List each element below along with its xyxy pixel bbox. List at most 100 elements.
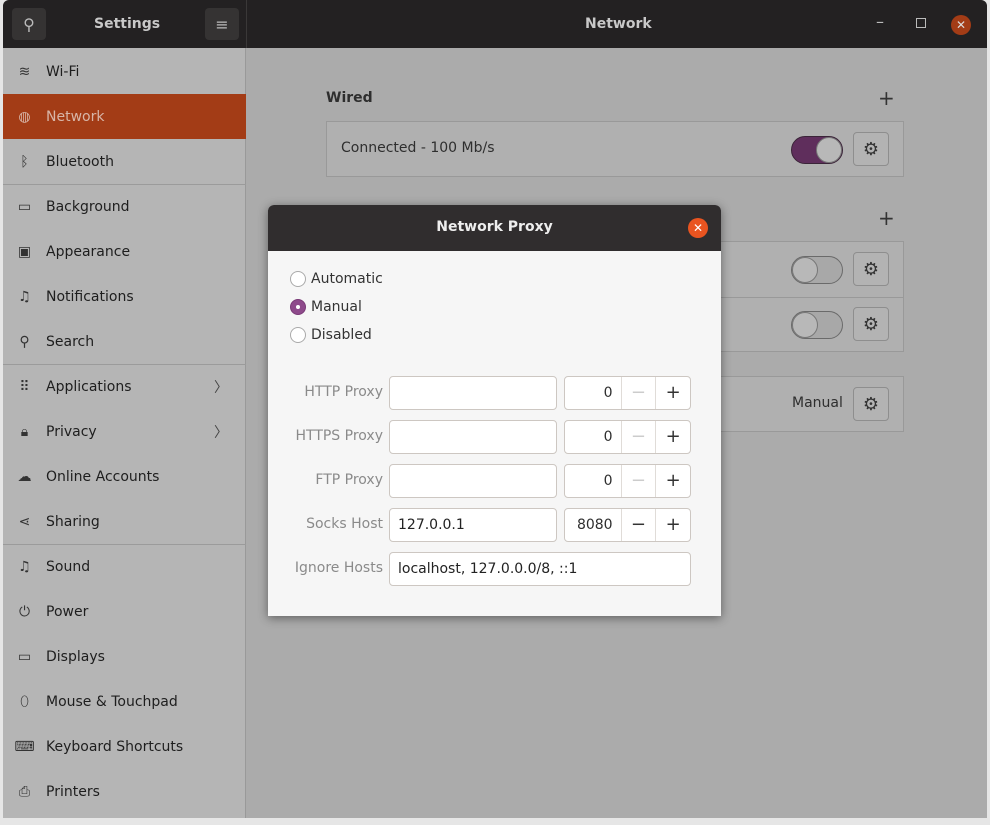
sidebar-item-applications[interactable]: ⠿ Applications 〉 xyxy=(3,364,246,409)
proxy-port-spinner: 8080 − + xyxy=(564,508,691,542)
radio-automatic[interactable]: Automatic xyxy=(290,271,383,287)
wired-connection-row: Connected - 100 Mb/s ⚙ xyxy=(326,121,904,177)
wired-toggle[interactable] xyxy=(791,136,843,164)
sidebar-item-search[interactable]: ⚲ Search xyxy=(3,319,246,364)
page-title: Network xyxy=(585,16,652,32)
sidebar-item-keyboard-shortcuts[interactable]: ⌨ Keyboard Shortcuts xyxy=(3,724,246,769)
sidebar-item-label: Sound xyxy=(46,558,91,575)
sidebar-item-label: Printers xyxy=(46,783,100,800)
close-icon: ✕ xyxy=(692,221,704,235)
settings-title: Settings xyxy=(94,16,161,32)
sidebar-item-displays[interactable]: ▭ Displays xyxy=(3,634,246,679)
decrement-button[interactable]: − xyxy=(620,509,656,541)
search-icon: ⚲ xyxy=(23,14,35,34)
power-icon: ⏻ xyxy=(18,603,31,620)
printer-icon: ⎙ xyxy=(18,783,31,800)
sidebar-item-sharing[interactable]: ⋖ Sharing xyxy=(3,499,246,544)
decrement-button[interactable]: − xyxy=(620,377,656,409)
decrement-button[interactable]: − xyxy=(620,465,656,497)
sidebar-item-notifications[interactable]: ♫ Notifications xyxy=(3,274,246,319)
sidebar-item-sound[interactable]: ♫ Sound xyxy=(3,544,246,589)
bell-icon: ♫ xyxy=(18,288,31,305)
cloud-icon: ☁ xyxy=(17,468,32,485)
sidebar: ≋ Wi-Fi ◍ Network ᛒ Bluetooth ▭ Background ▣ Appe… xyxy=(3,48,246,818)
sidebar-item-label: Online Accounts xyxy=(46,468,160,485)
increment-button[interactable]: + xyxy=(655,377,690,409)
ignore-hosts-input[interactable]: localhost, 127.0.0.0/8, ::1 xyxy=(389,552,691,586)
radio-circle[interactable] xyxy=(290,299,306,315)
wired-status: Connected - 100 Mb/s xyxy=(341,140,495,156)
proxy-host-input[interactable] xyxy=(389,376,557,410)
header-bar: ⚲ Settings ≡ Network – ✕ xyxy=(3,0,987,48)
radio-label: Manual xyxy=(311,299,362,315)
proxy-settings-button[interactable]: ⚙ xyxy=(853,387,889,421)
search-button[interactable]: ⚲ xyxy=(12,8,46,40)
sidebar-item-mouse-touchpad[interactable]: ⬯ Mouse & Touchpad xyxy=(3,679,246,724)
sidebar-item-label: Notifications xyxy=(46,288,134,305)
network-proxy-dialog: Network Proxy ✕ Automatic Manual Disabled … xyxy=(268,205,721,616)
vpn-toggle[interactable] xyxy=(791,311,843,339)
increment-button[interactable]: + xyxy=(655,421,690,453)
menu-button[interactable]: ≡ xyxy=(205,8,239,40)
radio-circle[interactable] xyxy=(290,271,306,287)
sidebar-item-label: Network xyxy=(46,108,105,125)
sidebar-item-label: Wi-Fi xyxy=(46,63,80,80)
radio-disabled[interactable]: Disabled xyxy=(290,327,372,343)
proxy-port-spinner: 0 − + xyxy=(564,464,691,498)
sidebar-item-online-accounts[interactable]: ☁ Online Accounts xyxy=(3,454,246,499)
vpn-toggle[interactable] xyxy=(791,256,843,284)
sidebar-item-label: Displays xyxy=(46,648,105,665)
radio-circle[interactable] xyxy=(290,327,306,343)
port-value[interactable]: 8080 xyxy=(565,509,621,541)
sidebar-item-network[interactable]: ◍ Network xyxy=(3,94,246,139)
wifi-icon: ≋ xyxy=(18,63,31,80)
wired-heading: Wired xyxy=(326,90,373,106)
dialog-close-button[interactable]: ✕ xyxy=(688,218,708,238)
sidebar-item-background[interactable]: ▭ Background xyxy=(3,184,246,229)
sidebar-item-label: Sharing xyxy=(46,513,100,530)
add-vpn-button[interactable]: + xyxy=(878,206,895,230)
keyboard-icon: ⌨ xyxy=(14,738,35,755)
sidebar-item-bluetooth[interactable]: ᛒ Bluetooth xyxy=(3,139,246,184)
increment-button[interactable]: + xyxy=(655,509,690,541)
dialog-title: Network Proxy xyxy=(436,219,553,235)
radio-manual[interactable]: Manual xyxy=(290,299,362,315)
maximize-button[interactable] xyxy=(916,18,926,28)
port-value[interactable]: 0 xyxy=(565,465,621,497)
sidebar-item-label: Search xyxy=(46,333,95,350)
port-value[interactable]: 0 xyxy=(565,377,621,409)
sidebar-item-privacy[interactable]: 🔒︎ Privacy 〉 xyxy=(3,409,246,454)
proxy-host-input[interactable]: 127.0.0.1 xyxy=(389,508,557,542)
chevron-right-icon: 〉 xyxy=(214,379,228,396)
minimize-button[interactable]: – xyxy=(876,12,884,31)
proxy-mode: Manual xyxy=(792,395,843,411)
sidebar-item-label: Privacy xyxy=(46,423,97,440)
mouse-icon: ⬯ xyxy=(20,693,29,710)
decrement-button[interactable]: − xyxy=(620,421,656,453)
proxy-port-spinner: 0 − + xyxy=(564,376,691,410)
add-wired-button[interactable]: + xyxy=(878,86,895,110)
vpn-settings-button[interactable]: ⚙ xyxy=(853,307,889,341)
increment-button[interactable]: + xyxy=(655,465,690,497)
proxy-host-input[interactable] xyxy=(389,420,557,454)
port-value[interactable]: 0 xyxy=(565,421,621,453)
gear-icon: ⚙ xyxy=(862,393,880,415)
appearance-icon: ▣ xyxy=(17,243,32,260)
share-icon: ⋖ xyxy=(18,513,31,530)
chevron-right-icon: 〉 xyxy=(214,424,228,441)
sidebar-item-printers[interactable]: ⎙ Printers xyxy=(3,769,246,814)
proxy-host-input[interactable] xyxy=(389,464,557,498)
sidebar-item-label: Bluetooth xyxy=(46,153,114,170)
close-button[interactable]: ✕ xyxy=(951,15,971,35)
radio-label: Automatic xyxy=(311,271,383,287)
vpn-settings-button[interactable]: ⚙ xyxy=(853,252,889,286)
sidebar-item-wi-fi[interactable]: ≋ Wi-Fi xyxy=(3,49,246,94)
sidebar-item-label: Keyboard Shortcuts xyxy=(46,738,184,755)
sidebar-item-label: Power xyxy=(46,603,89,620)
sidebar-item-appearance[interactable]: ▣ Appearance xyxy=(3,229,246,274)
radio-label: Disabled xyxy=(311,327,372,343)
proxy-port-spinner: 0 − + xyxy=(564,420,691,454)
wired-settings-button[interactable]: ⚙ xyxy=(853,132,889,166)
sidebar-item-power[interactable]: ⏻ Power xyxy=(3,589,246,634)
music-icon: ♫ xyxy=(18,558,31,575)
